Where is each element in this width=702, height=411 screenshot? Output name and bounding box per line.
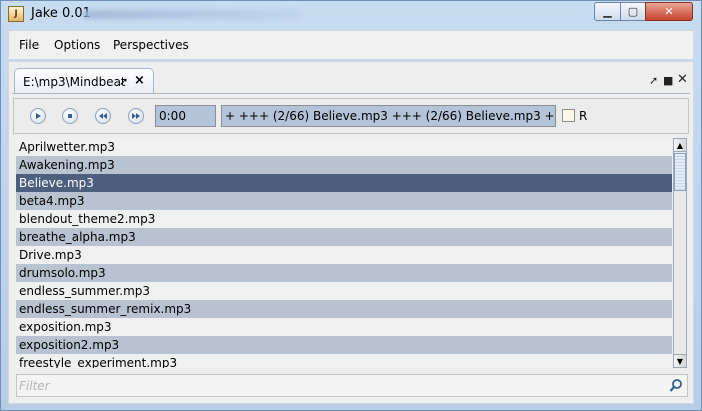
minimize-button[interactable]: ▁ [594,2,621,21]
scroll-up-arrow-icon[interactable]: ▲ [674,139,686,152]
title-blur [83,10,303,19]
list-item[interactable]: breathe_alpha.mp3 [16,228,672,246]
app-window: J Jake 0.01 ▁ ▢ ✕ File Options Perspecti… [0,0,702,411]
play-icon [36,113,41,119]
close-window-button[interactable]: ✕ [645,2,693,21]
stop-button[interactable] [62,108,78,124]
menu-perspectives[interactable]: Perspectives [113,38,189,52]
repeat-checkbox[interactable] [562,109,575,122]
scroll-down-arrow-icon[interactable]: ▼ [674,354,686,367]
list-item[interactable]: freestyle_experiment.mp3 [16,354,672,368]
list-item[interactable]: exposition.mp3 [16,318,672,336]
list-item[interactable]: Awakening.mp3 [16,156,672,174]
menu-file[interactable]: File [19,38,39,52]
tab-mindbeat[interactable]: E:\mp3\Mindbeat ➚ × [14,68,154,94]
list-item[interactable]: endless_summer.mp3 [16,282,672,300]
player-toolbar: 0:00 + +++ (2/66) Believe.mp3 +++ (2/66)… [13,98,689,134]
previous-button[interactable] [95,108,111,124]
list-item[interactable]: Aprilwetter.mp3 [16,138,672,156]
filter-input[interactable] [19,377,659,394]
menu-options[interactable]: Options [54,38,100,52]
list-item[interactable]: exposition2.mp3 [16,336,672,354]
content-area: E:\mp3\Mindbeat ➚ × ➚ ■ ✕ 0:00 + +++ (2/… [8,61,694,404]
java-cup-icon: J [8,6,24,22]
list-item[interactable]: beta4.mp3 [16,192,672,210]
scroll-thumb[interactable] [674,153,686,191]
fast-forward-icon [132,113,140,119]
stop-icon [68,114,72,118]
now-playing-marquee: + +++ (2/66) Believe.mp3 +++ (2/66) Beli… [221,105,556,127]
time-display: 0:00 [155,105,216,127]
pin-icon[interactable]: ➚ [119,75,128,88]
title-bar[interactable]: J Jake 0.01 ▁ ▢ ✕ [1,1,701,29]
undock-icon[interactable]: ➚ [649,74,658,87]
filter-bar [16,374,688,397]
list-item[interactable]: Drive.mp3 [16,246,672,264]
maximize-panel-icon[interactable]: ■ [663,74,673,87]
close-panel-icon[interactable]: ✕ [677,72,688,87]
list-item[interactable]: blendout_theme2.mp3 [16,210,672,228]
list-item[interactable]: endless_summer_remix.mp3 [16,300,672,318]
play-button[interactable] [30,108,46,124]
window-title: Jake 0.01 [31,6,91,21]
playlist: Aprilwetter.mp3 Awakening.mp3 Believe.mp3 b… [16,138,672,368]
repeat-label: R [579,109,588,123]
maximize-button[interactable]: ▢ [620,2,646,21]
playlist-scrollbar[interactable]: ▲ ▼ [673,138,687,368]
list-item[interactable]: drumsolo.mp3 [16,264,672,282]
list-item-selected[interactable]: Believe.mp3 [16,174,672,192]
menu-bar: File Options Perspectives [8,30,694,60]
tab-close-icon[interactable]: × [134,73,145,88]
tab-divider [12,93,690,94]
search-icon[interactable] [669,378,683,393]
next-button[interactable] [128,108,144,124]
rewind-icon [99,113,107,119]
tab-label: E:\mp3\Mindbeat [23,75,126,89]
